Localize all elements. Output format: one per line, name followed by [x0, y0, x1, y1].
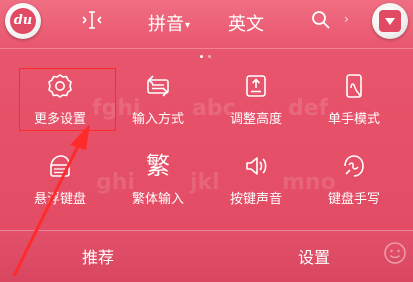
- menu-item-label: 单手模式: [327, 112, 380, 127]
- logo-text: du: [10, 8, 36, 34]
- menu-item-label: 输入方式: [131, 112, 184, 127]
- bottom-tab-bar: 推荐 设置: [0, 230, 413, 282]
- chevron-right-icon[interactable]: ›: [344, 12, 349, 26]
- menu-item-key-sound[interactable]: 按键声音: [208, 152, 304, 222]
- traditional-char-icon: 繁: [146, 152, 170, 180]
- adjust-height-icon: [246, 75, 266, 97]
- one-hand-icon: [346, 74, 362, 98]
- menu-item-label: 悬浮键盘: [33, 192, 86, 207]
- collapse-keyboard-icon: [379, 10, 401, 32]
- page-indicator: [200, 55, 214, 59]
- top-bar: du 拼音▾ 英文 ›: [0, 0, 413, 49]
- baidu-logo-button[interactable]: du: [5, 3, 41, 39]
- collapse-keyboard-button[interactable]: [372, 3, 408, 39]
- menu-item-label: 键盘手写: [327, 192, 380, 207]
- menu-item-adjust-height[interactable]: 调整高度: [208, 72, 304, 142]
- swap-keyboard-icon: [147, 75, 169, 97]
- pinyin-label: 拼音: [148, 14, 184, 35]
- emoji-icon[interactable]: [382, 240, 408, 266]
- menu-item-floating-keyboard[interactable]: 悬浮键盘: [12, 152, 108, 222]
- pinyin-mode-button[interactable]: 拼音▾: [148, 10, 190, 36]
- tab-settings[interactable]: 设置: [298, 244, 330, 268]
- menu-item-label: 调整高度: [229, 112, 282, 127]
- menu-item-handwriting[interactable]: 键盘手写: [306, 152, 402, 222]
- menu-item-label: 繁体输入: [131, 192, 184, 207]
- floating-keyboard-icon: [50, 155, 70, 177]
- chevron-down-icon: ▾: [185, 19, 191, 31]
- search-icon[interactable]: [310, 9, 332, 31]
- menu-item-label: 按键声音: [229, 192, 282, 207]
- tab-recommend[interactable]: 推荐: [82, 244, 114, 268]
- english-mode-button[interactable]: 英文: [228, 10, 264, 36]
- handwriting-icon: [344, 155, 364, 177]
- menu-item-one-hand-mode[interactable]: 单手模式: [306, 72, 402, 142]
- annotation-highlight-box: [19, 68, 116, 131]
- menu-item-traditional-input[interactable]: 繁 繁体输入: [110, 152, 206, 222]
- page-dot: [208, 55, 211, 58]
- speaker-icon: [246, 157, 267, 175]
- cursor-move-icon[interactable]: [80, 8, 104, 32]
- page-dot: [200, 55, 203, 58]
- menu-item-input-method[interactable]: 输入方式: [110, 72, 206, 142]
